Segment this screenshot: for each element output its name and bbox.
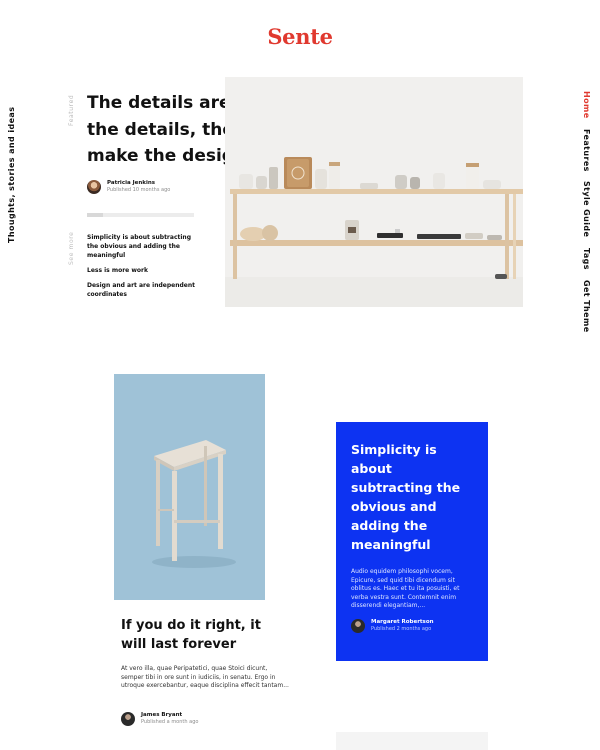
blue-post-title[interactable]: Simplicity is about subtracting the obvi… <box>351 440 476 554</box>
author-avatar <box>351 619 365 633</box>
author-name: Patricia Jenkins <box>107 180 156 186</box>
author-publish-date: Published a month ago <box>141 719 199 725</box>
site-tagline: Thoughts, stories and ideas <box>7 106 16 243</box>
nav-item-features[interactable]: Features <box>582 129 591 172</box>
author-name: Margaret Robertson <box>371 619 434 625</box>
stool-post-image[interactable] <box>114 374 265 600</box>
nav-item-home[interactable]: Home <box>582 91 591 119</box>
featured-progress-bar <box>87 213 194 217</box>
see-more-item[interactable]: Simplicity is about subtracting the obvi… <box>87 233 202 260</box>
stool-post-title[interactable]: If you do it right, it will last forever <box>121 616 271 654</box>
blue-post-excerpt: Audio equidem philosophi vocem, Epicure,… <box>351 568 460 609</box>
featured-section-label: Featured <box>68 94 75 126</box>
see-more-label: See more <box>68 231 75 265</box>
author-name: James Bryant <box>141 712 183 718</box>
blue-post-author[interactable]: Margaret Robertson Published 2 months ag… <box>351 619 434 633</box>
nav-item-get-theme[interactable]: Get Theme <box>582 280 591 333</box>
author-avatar <box>87 180 101 194</box>
next-post-image-partial <box>336 732 488 750</box>
author-publish-date: Published 2 months ago <box>371 626 432 632</box>
see-more-item[interactable]: Design and art are independent coordinat… <box>87 281 202 299</box>
stool-post-author[interactable]: James Bryant Published a month ago <box>121 712 198 726</box>
see-more-item[interactable]: Less is more work <box>87 266 202 275</box>
nav-item-tags[interactable]: Tags <box>582 248 591 270</box>
featured-progress-fill <box>87 213 104 217</box>
author-publish-date: Published 10 months ago <box>107 187 171 193</box>
stool-post-excerpt: At vero illa, quae Peripatetici, quae St… <box>121 665 289 689</box>
see-more-list: Simplicity is about subtracting the obvi… <box>87 233 202 305</box>
blue-post-card[interactable]: Simplicity is about subtracting the obvi… <box>336 422 488 661</box>
author-avatar <box>121 712 135 726</box>
site-logo[interactable]: Sente <box>0 24 600 49</box>
featured-post-image[interactable] <box>225 77 523 307</box>
main-nav: Home Features Style Guide Tags Get Theme <box>582 91 591 332</box>
featured-post-author[interactable]: Patricia Jenkins Published 10 months ago <box>87 180 170 194</box>
nav-item-style-guide[interactable]: Style Guide <box>582 181 591 237</box>
